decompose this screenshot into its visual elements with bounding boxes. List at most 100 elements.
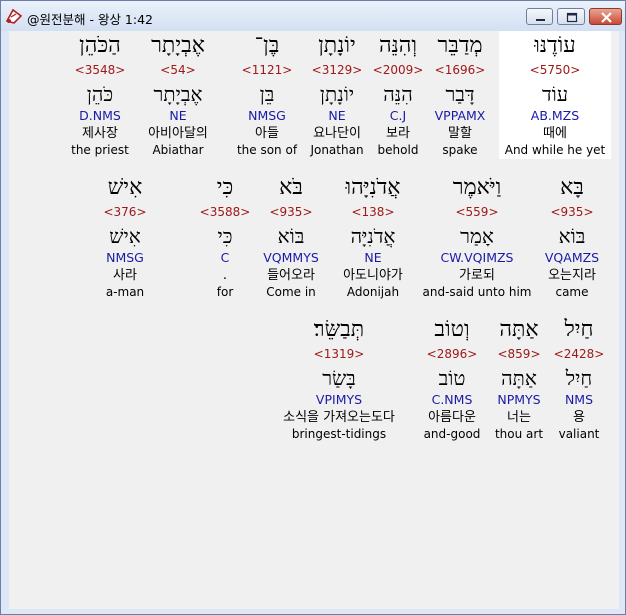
- strong-number[interactable]: <2428>: [549, 345, 609, 363]
- word-cell[interactable]: אַתָּה <859> אַתָּה NPMYS 너는 thou art: [487, 315, 551, 443]
- strong-number[interactable]: <54>: [136, 61, 220, 79]
- word-cell[interactable]: חַיִל <2428> חַיִל NMS 용 valiant: [549, 315, 609, 443]
- lemma-word: כֹּהֵן: [86, 82, 114, 106]
- morph-code: NMSG: [106, 250, 144, 265]
- lemma-word: יוֹנָתָן: [319, 82, 355, 106]
- korean-gloss: 때에: [543, 126, 567, 141]
- english-gloss: and-said unto him: [422, 285, 532, 299]
- hebrew-word: עוֹדֶנּוּ: [534, 33, 576, 58]
- hebrew-word: תְּבַשֵּׂר׃: [313, 317, 365, 342]
- hebrew-word: בֶּן־: [254, 33, 280, 58]
- korean-gloss: 가로되: [459, 268, 495, 283]
- hebrew-word: אַתָּה: [499, 317, 539, 342]
- hebrew-word: הַכֹּהֵן: [79, 33, 121, 58]
- strong-number[interactable]: <138>: [329, 203, 417, 221]
- app-icon: [5, 8, 23, 24]
- word-cell[interactable]: אֲדֹנִיָּהוּ <138> אֲדֹנִיָּה NE 아도니야가 A…: [329, 173, 417, 301]
- korean-gloss: 제사장: [82, 126, 118, 141]
- english-gloss: Abiathar: [152, 143, 204, 157]
- english-gloss: thou art: [494, 427, 544, 441]
- word-cell[interactable]: וְטוֹב <2896> טוֹב C.NMS 아름다운 and-good: [414, 315, 490, 443]
- morph-code: AB.MZS: [530, 108, 580, 123]
- morph-code: VPIMYS: [315, 392, 363, 407]
- word-cell-selected[interactable]: עוֹדֶנּוּ <5750> עוֹד AB.MZS 때에 And whil…: [499, 31, 611, 159]
- lemma-word: חַיִל: [565, 366, 593, 390]
- morph-code: VQAMZS: [544, 250, 600, 265]
- app-window: @원전분해 - 왕상 1:42 עוֹדֶנּוּ <5750> עוֹד AB…: [0, 0, 626, 615]
- maximize-button[interactable]: [557, 8, 585, 25]
- word-cell[interactable]: אֶבְיָתָר <54> אֶבְיָתָר NE 아비아달의 Abiath…: [136, 31, 220, 159]
- hebrew-word: אֲדֹנִיָּהוּ: [345, 175, 401, 200]
- word-cell[interactable]: וַיֹּאמֶר <559> אָמַר CW.VQIMZS 가로되 and-…: [419, 173, 535, 301]
- english-gloss: and-good: [423, 427, 481, 441]
- korean-gloss: 아비아달의: [148, 126, 208, 141]
- english-gloss: a-man: [105, 285, 145, 299]
- english-gloss: the priest: [71, 143, 129, 157]
- morph-code: NE: [364, 250, 382, 265]
- close-button[interactable]: [589, 8, 622, 25]
- lemma-word: אָמַר: [460, 224, 494, 248]
- english-gloss: valiant: [558, 427, 600, 441]
- morph-code: CW.VQIMZS: [440, 250, 514, 265]
- word-cell[interactable]: יוֹנָתָן <3129> יוֹנָתָן NE 요나단이 Jonatha…: [297, 31, 377, 159]
- korean-gloss: 아들: [255, 126, 279, 141]
- analysis-panel: עוֹדֶנּוּ <5750> עוֹד AB.MZS 때에 And whil…: [9, 31, 619, 609]
- lemma-word: בּוֹא: [558, 224, 586, 248]
- korean-gloss: .: [222, 268, 228, 283]
- korean-gloss: 들어오라: [267, 268, 315, 283]
- hebrew-word: וְטוֹב: [434, 317, 470, 342]
- korean-gloss: 요나단이: [313, 126, 361, 141]
- strong-number[interactable]: <1121>: [225, 61, 309, 79]
- hebrew-word: אֶבְיָתָר: [151, 33, 205, 58]
- korean-gloss: 소식을 가져오는도다: [283, 410, 395, 425]
- word-cell[interactable]: אִישׁ <376> אִישׁ NMSG 사라 a-man: [95, 173, 155, 301]
- strong-number[interactable]: <2896>: [414, 345, 490, 363]
- word-cell[interactable]: בָּא <935> בּוֹא VQAMZS 오는지라 came: [537, 173, 607, 301]
- hebrew-word: אִישׁ: [107, 175, 143, 200]
- strong-number[interactable]: <935>: [253, 203, 329, 221]
- morph-code: C: [220, 250, 230, 265]
- title-bar[interactable]: @원전분해 - 왕상 1:42: [1, 1, 625, 31]
- korean-gloss: 사라: [113, 268, 137, 283]
- window-title: @원전분해 - 왕상 1:42: [27, 12, 154, 27]
- strong-number[interactable]: <3548>: [59, 61, 141, 79]
- morph-code: C.NMS: [431, 392, 473, 407]
- word-cell[interactable]: כִּי <3588> כִּי C . for: [196, 173, 254, 301]
- lemma-word: אֶבְיָתָר: [153, 82, 203, 106]
- hebrew-word: כִּי: [216, 175, 234, 200]
- english-gloss: bringest-tidings: [291, 427, 387, 441]
- korean-gloss: 용: [573, 410, 585, 425]
- maximize-icon: [566, 12, 578, 23]
- minimize-button[interactable]: [526, 8, 553, 25]
- strong-number[interactable]: <5750>: [499, 61, 611, 79]
- strong-number[interactable]: <559>: [419, 203, 535, 221]
- hebrew-word: בָּא: [560, 175, 584, 200]
- lemma-word: בּוֹא: [277, 224, 305, 248]
- morph-code: NE: [169, 108, 187, 123]
- lemma-word: טוֹב: [438, 366, 466, 390]
- strong-number[interactable]: <859>: [487, 345, 551, 363]
- strong-number[interactable]: <1319>: [263, 345, 415, 363]
- english-gloss: for: [216, 285, 234, 299]
- morph-code: NMS: [564, 392, 594, 407]
- korean-gloss: 아름다운: [428, 410, 476, 425]
- morph-code: NE: [328, 108, 346, 123]
- morph-code: NPMYS: [497, 392, 541, 407]
- word-cell[interactable]: תְּבַשֵּׂר׃ <1319> בָּשַׂר VPIMYS 소식을 가져…: [263, 315, 415, 443]
- morph-code: NMSG: [248, 108, 286, 123]
- morph-code: D.NMS: [79, 108, 121, 123]
- english-gloss: Adonijah: [346, 285, 400, 299]
- korean-gloss: 너는: [507, 410, 531, 425]
- strong-number[interactable]: <3588>: [196, 203, 254, 221]
- english-gloss: Come in: [266, 285, 316, 299]
- lemma-word: עוֹד: [541, 82, 569, 106]
- hebrew-word: חַיִל: [564, 317, 594, 342]
- strong-number[interactable]: <376>: [95, 203, 155, 221]
- lemma-word: אֲדֹנִיָּה: [350, 224, 396, 248]
- word-cell[interactable]: בֶּן־ <1121> בֵּן NMSG 아들 the son of: [225, 31, 309, 159]
- strong-number[interactable]: <935>: [537, 203, 607, 221]
- word-cell[interactable]: בֹּא <935> בּוֹא VQMMYS 들어오라 Come in: [253, 173, 329, 301]
- lemma-word: אִישׁ: [109, 224, 141, 248]
- strong-number[interactable]: <3129>: [297, 61, 377, 79]
- word-cell[interactable]: הַכֹּהֵן <3548> כֹּהֵן D.NMS 제사장 the pri…: [59, 31, 141, 159]
